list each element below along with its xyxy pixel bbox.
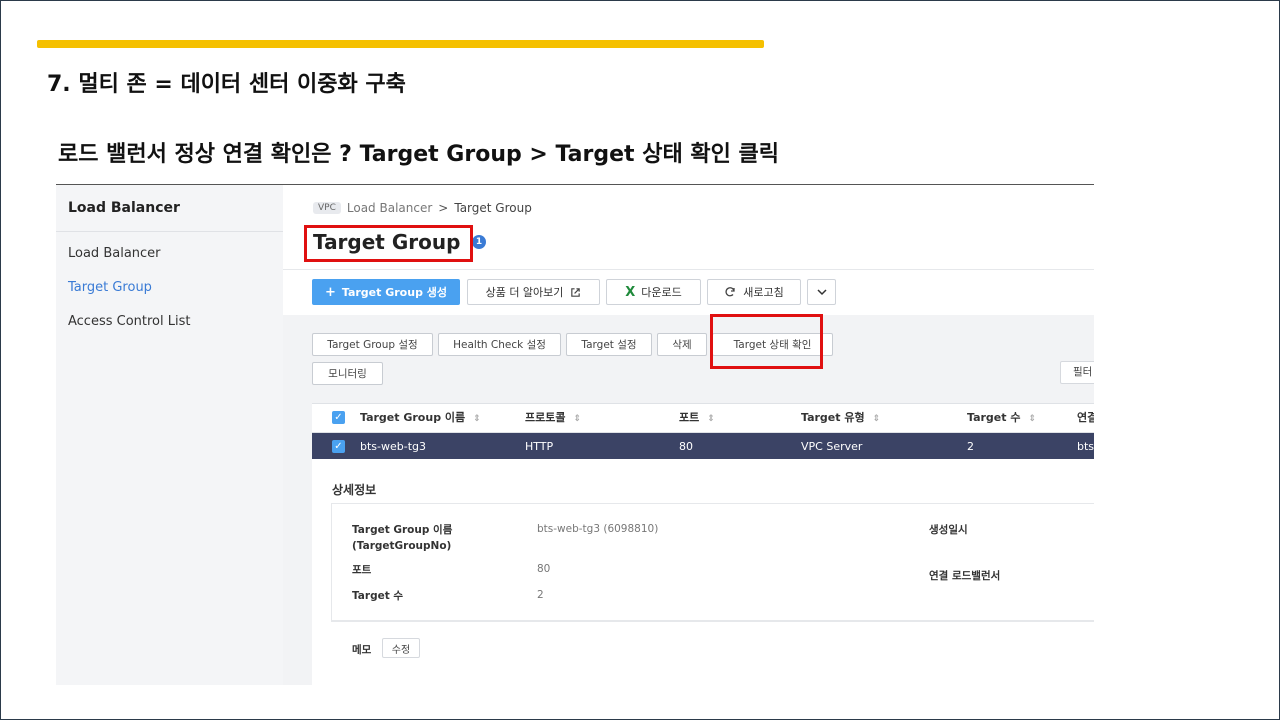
row-name: bts-web-tg3 [360, 440, 427, 453]
page-title: Target Group [313, 230, 461, 254]
refresh-button[interactable]: 새로고침 [707, 279, 801, 305]
console-screenshot: Load Balancer Load Balancer Target Group… [56, 184, 1094, 685]
accent-bar [37, 40, 764, 48]
target-settings-button[interactable]: Target 설정 [566, 333, 652, 356]
detail-lb-label: 연결 로드밸런서 [929, 570, 1001, 582]
table-header: ✓ Target Group 이름 ⇕ 프로토콜 ⇕ 포트 ⇕ Target 유형 ⇕ … [312, 403, 1094, 433]
breadcrumb-current: Target Group [454, 201, 532, 215]
download-button[interactable]: X 다운로드 [606, 279, 701, 305]
excel-icon: X [625, 284, 636, 300]
create-target-group-label: Target Group 생성 [341, 286, 448, 299]
detail-panel: 상세정보 Target Group 이름 (TargetGroupNo) bts… [312, 459, 1094, 685]
sidebar-item-load-balancer[interactable]: Load Balancer [68, 246, 161, 261]
column-header-target-count[interactable]: Target 수 ⇕ [967, 404, 1036, 432]
row-lb: bts [1077, 440, 1094, 453]
memo-edit-button[interactable]: 수정 [382, 638, 420, 658]
more-options-button[interactable] [807, 279, 836, 305]
row-target-count: 2 [967, 440, 974, 453]
delete-button[interactable]: 삭제 [657, 333, 707, 356]
filter-button[interactable]: 필터 [1060, 361, 1094, 384]
row-port: 80 [679, 440, 693, 453]
row-checkbox[interactable]: ✓ [332, 440, 345, 453]
vpc-badge: VPC [313, 202, 341, 214]
title-divider [283, 269, 1094, 270]
detail-port-value: 80 [537, 563, 551, 575]
learn-more-label: 상품 더 알아보기 [485, 286, 564, 299]
detail-title: 상세정보 [332, 483, 377, 497]
download-label: 다운로드 [641, 286, 682, 299]
info-icon[interactable]: 1 [472, 235, 486, 249]
table-row[interactable]: ✓ bts-web-tg3 HTTP 80 VPC Server 2 bts [312, 433, 1094, 461]
sidebar: Load Balancer Load Balancer Target Group… [56, 185, 283, 685]
health-check-settings-button[interactable]: Health Check 설정 [438, 333, 561, 356]
column-header-target-type[interactable]: Target 유형 ⇕ [801, 404, 880, 432]
breadcrumb-parent[interactable]: Load Balancer [347, 201, 432, 215]
row-target-type: VPC Server [801, 440, 863, 453]
external-link-icon [571, 287, 581, 297]
column-header-name[interactable]: Target Group 이름 ⇕ [360, 404, 481, 432]
sidebar-item-access-control-list[interactable]: Access Control List [68, 314, 190, 329]
slide-title: 7. 멀티 존 = 데이터 센터 이중화 구축 [47, 72, 406, 97]
plus-icon: + [324, 284, 336, 300]
detail-name-value: bts-web-tg3 (6098810) [537, 523, 659, 535]
row-protocol: HTTP [525, 440, 554, 453]
refresh-label: 새로고침 [743, 286, 784, 299]
detail-box [331, 503, 1094, 621]
breadcrumb: VPC Load Balancer > Target Group [313, 201, 532, 215]
detail-created-label: 생성일시 [929, 524, 968, 536]
refresh-icon [725, 287, 735, 297]
target-group-settings-button[interactable]: Target Group 설정 [312, 333, 433, 356]
sidebar-divider [56, 231, 283, 232]
main-content: VPC Load Balancer > Target Group Target … [283, 185, 1094, 685]
breadcrumb-separator: > [438, 201, 449, 215]
sidebar-title: Load Balancer [68, 200, 180, 216]
detail-count-value: 2 [537, 589, 544, 601]
column-header-protocol[interactable]: 프로토콜 ⇕ [525, 404, 581, 432]
target-group-table: ✓ Target Group 이름 ⇕ 프로토콜 ⇕ 포트 ⇕ Target 유형 ⇕ … [312, 403, 1094, 461]
detail-name-label: Target Group 이름 (TargetGroupNo) [352, 524, 453, 552]
memo-label: 메모 [352, 644, 372, 656]
select-all-checkbox[interactable]: ✓ [332, 411, 345, 424]
detail-count-label: Target 수 [352, 590, 404, 602]
learn-more-button[interactable]: 상품 더 알아보기 [467, 279, 600, 305]
create-target-group-button[interactable]: + Target Group 생성 [312, 279, 460, 305]
target-status-check-button[interactable]: Target 상태 확인 [712, 333, 833, 356]
slide-subtitle: 로드 밸런서 정상 연결 확인은 ? Target Group > Target… [58, 142, 779, 167]
column-header-port[interactable]: 포트 ⇕ [679, 404, 715, 432]
chevron-down-icon [816, 289, 827, 296]
column-header-lb[interactable]: 연결 [1077, 404, 1094, 432]
monitoring-button[interactable]: 모니터링 [312, 362, 383, 385]
sidebar-item-target-group[interactable]: Target Group [68, 280, 152, 295]
detail-port-label: 포트 [352, 564, 372, 576]
detail-divider [331, 621, 1094, 622]
